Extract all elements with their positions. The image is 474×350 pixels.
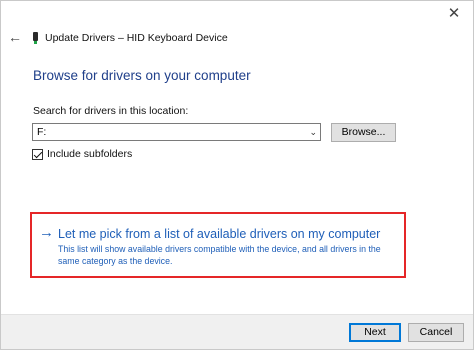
pick-from-list-option[interactable]: → Let me pick from a list of available d… (30, 212, 406, 278)
dialog-title-text: Update Drivers – HID Keyboard Device (45, 32, 228, 44)
next-button[interactable]: Next (349, 323, 401, 342)
back-button[interactable]: ← (5, 27, 25, 47)
dialog-footer: Next Cancel (1, 314, 473, 349)
page-heading: Browse for drivers on your computer (33, 68, 251, 83)
include-subfolders-checkbox[interactable] (32, 148, 43, 160)
close-button[interactable]: ✕ (443, 4, 465, 24)
driver-path-combobox[interactable]: F: ⌄ (32, 123, 321, 141)
arrow-right-icon: → (39, 224, 54, 241)
update-drivers-window: ✕ ← Update Drivers – HID Keyboard Device… (0, 0, 474, 350)
include-subfolders-option[interactable]: Include subfolders (32, 148, 132, 160)
back-arrow-icon: ← (8, 29, 22, 45)
driver-path-value: F: (37, 126, 47, 138)
search-location-label: Search for drivers in this location: (33, 105, 189, 117)
browse-button[interactable]: Browse... (331, 123, 396, 142)
dialog-title: Update Drivers – HID Keyboard Device (32, 31, 228, 45)
close-icon: ✕ (447, 5, 461, 22)
pick-from-list-link[interactable]: Let me pick from a list of available dri… (58, 227, 380, 241)
cancel-button[interactable]: Cancel (408, 323, 464, 342)
usb-keyboard-device-icon (32, 32, 39, 44)
pick-from-list-description: This list will show available drivers co… (58, 244, 381, 266)
include-subfolders-label: Include subfolders (47, 148, 133, 160)
chevron-down-icon[interactable]: ⌄ (309, 124, 317, 140)
